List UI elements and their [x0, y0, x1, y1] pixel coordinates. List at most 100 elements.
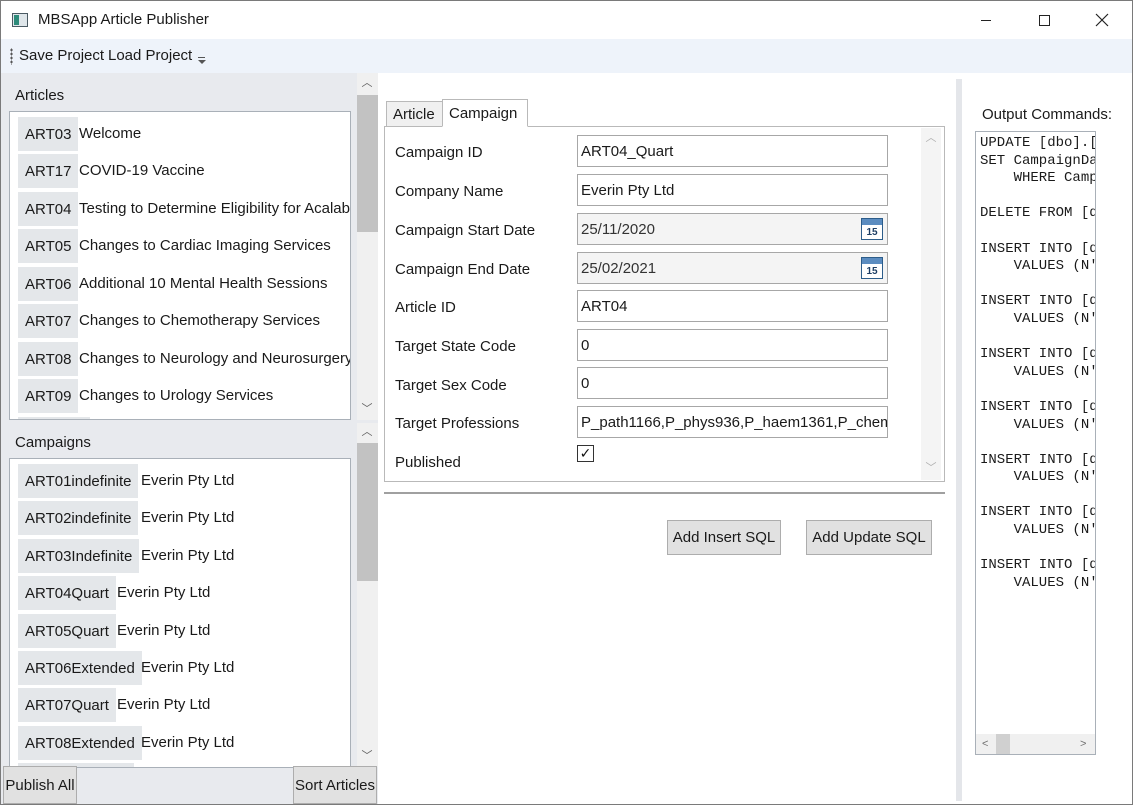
- maximize-button[interactable]: [1015, 1, 1073, 39]
- article-code: ART09: [18, 379, 79, 413]
- minimize-icon: [981, 19, 991, 21]
- article-id-label: Article ID: [395, 299, 456, 316]
- save-project-button[interactable]: Save Project: [19, 47, 104, 64]
- toolbar-grip-icon[interactable]: [10, 48, 13, 65]
- campaign-company: Everin Pty Ltd: [141, 472, 235, 489]
- form-scrollbar[interactable]: ︿ ﹀: [921, 128, 941, 480]
- campaign-code: ART02indefinite: [18, 501, 139, 535]
- article-code: ART05: [18, 229, 79, 263]
- article-code: ART07: [18, 304, 79, 338]
- campaign-code: ART08Extended: [18, 726, 142, 760]
- divider: [384, 492, 945, 494]
- scroll-right-icon[interactable]: >: [1080, 738, 1086, 750]
- close-icon: [1095, 13, 1109, 27]
- add-update-sql-button[interactable]: Add Update SQL: [806, 520, 932, 555]
- campaign-code: ART03Indefinite: [18, 539, 140, 573]
- app-window: MBSApp Article Publisher Save Project Lo…: [0, 0, 1133, 805]
- add-insert-sql-button[interactable]: Add Insert SQL: [667, 520, 781, 555]
- campaign-company: Everin Pty Ltd: [141, 659, 235, 676]
- campaign-code: ART04Quart: [18, 576, 116, 610]
- close-button[interactable]: [1073, 1, 1131, 39]
- app-icon: [12, 13, 28, 27]
- article-code-partial: [18, 417, 90, 419]
- splitter[interactable]: [956, 79, 962, 801]
- state-code-label: Target State Code: [395, 338, 516, 355]
- end-date-label: Campaign End Date: [395, 261, 531, 278]
- tab-campaign[interactable]: Campaign: [442, 99, 528, 127]
- article-title: Additional 10 Mental Health Sessions: [79, 275, 328, 292]
- article-title: Changes to Urology Services: [79, 387, 274, 404]
- scroll-up-icon[interactable]: ︿: [361, 77, 373, 89]
- scroll-down-icon[interactable]: ﹀: [361, 750, 373, 762]
- article-title: Changes to Cardiac Imaging Services: [79, 237, 331, 254]
- output-hscrollbar[interactable]: < >: [976, 734, 1095, 754]
- company-name-field[interactable]: Everin Pty Ltd: [577, 174, 888, 206]
- articles-scrollbar[interactable]: ︿ ﹀: [357, 73, 378, 420]
- end-date-value: 25/02/2021: [581, 259, 657, 277]
- campaign-company: Everin Pty Ltd: [117, 584, 211, 601]
- article-code: ART04: [18, 192, 79, 226]
- start-date-label: Campaign Start Date: [395, 222, 536, 239]
- professions-field[interactable]: P_path1166,P_phys936,P_haem1361,P_chem12: [577, 406, 888, 438]
- article-title: Changes to Neurology and Neurosurgery: [79, 350, 351, 367]
- article-title: Testing to Determine Eligibility for Aca…: [79, 200, 350, 217]
- tab-article[interactable]: Article: [386, 101, 443, 127]
- articles-list[interactable]: ART03 Welcome ART17 COVID-19 Vaccine ART…: [9, 111, 351, 420]
- maximize-icon: [1038, 14, 1050, 26]
- campaign-company: Everin Pty Ltd: [117, 696, 211, 713]
- article-title: COVID-19 Vaccine: [79, 162, 205, 179]
- articles-header: Articles: [15, 87, 65, 104]
- scroll-left-icon[interactable]: <: [982, 738, 988, 750]
- article-code: ART17: [18, 154, 79, 188]
- start-date-value: 25/11/2020: [581, 220, 655, 238]
- company-name-label: Company Name: [395, 183, 504, 200]
- article-code: ART08: [18, 342, 79, 376]
- campaign-form: Campaign ID ART04_Quart Company Name Eve…: [384, 126, 945, 482]
- output-commands-label: Output Commands:: [982, 106, 1113, 123]
- campaign-company: Everin Pty Ltd: [141, 509, 235, 526]
- window-title: MBSApp Article Publisher: [38, 11, 209, 28]
- article-title: Welcome: [79, 125, 142, 142]
- left-panel: Articles ART03 Welcome ART17 COVID-19 Va…: [1, 73, 378, 804]
- professions-label: Target Professions: [395, 415, 520, 432]
- scroll-down-icon[interactable]: ﹀: [925, 462, 937, 474]
- sex-code-field[interactable]: 0: [577, 367, 888, 399]
- scroll-up-icon[interactable]: ︿: [925, 132, 937, 144]
- campaigns-list[interactable]: ART01indefinite Everin Pty Ltd ART02inde…: [9, 458, 351, 768]
- article-title: Changes to Chemotherapy Services: [79, 312, 320, 329]
- scroll-thumb[interactable]: [357, 95, 378, 232]
- campaigns-scrollbar[interactable]: ︿ ﹀: [357, 423, 378, 767]
- campaign-id-label: Campaign ID: [395, 144, 483, 161]
- scroll-thumb[interactable]: [357, 443, 378, 581]
- published-checkbox[interactable]: ✓: [577, 445, 594, 462]
- campaign-id-field[interactable]: ART04_Quart: [577, 135, 888, 167]
- scroll-thumb[interactable]: [996, 734, 1010, 754]
- article-code: ART03: [18, 117, 79, 151]
- load-project-button[interactable]: Load Project: [108, 47, 192, 64]
- campaign-code: ART07Quart: [18, 688, 116, 722]
- sort-articles-button[interactable]: Sort Articles: [293, 766, 377, 804]
- article-id-field[interactable]: ART04: [577, 290, 888, 322]
- campaign-code: ART05Quart: [18, 614, 116, 648]
- campaign-company: Everin Pty Ltd: [141, 734, 235, 751]
- calendar-icon[interactable]: 15: [861, 257, 883, 279]
- state-code-field[interactable]: 0: [577, 329, 888, 361]
- article-code: ART06: [18, 267, 79, 301]
- calendar-icon[interactable]: 15: [861, 218, 883, 240]
- campaign-company: Everin Pty Ltd: [141, 547, 235, 564]
- title-bar: MBSApp Article Publisher: [1, 1, 1132, 39]
- publish-all-button[interactable]: Publish All: [3, 766, 77, 804]
- toolbar-overflow-icon[interactable]: [197, 57, 207, 67]
- toolbar: Save Project Load Project: [1, 39, 1132, 73]
- output-commands-text: UPDATE [dbo].[ SET CampaignDa WHERE Camp…: [980, 135, 1096, 591]
- minimize-button[interactable]: [957, 1, 1015, 39]
- scroll-up-icon[interactable]: ︿: [361, 426, 373, 438]
- published-label: Published: [395, 454, 461, 471]
- campaign-company: Everin Pty Ltd: [117, 622, 211, 639]
- output-commands-textbox[interactable]: UPDATE [dbo].[ SET CampaignDa WHERE Camp…: [975, 131, 1096, 755]
- end-date-picker[interactable]: 25/02/2021 15: [577, 252, 888, 284]
- start-date-picker[interactable]: 25/11/2020 15: [577, 213, 888, 245]
- campaigns-header: Campaigns: [15, 434, 91, 451]
- scroll-down-icon[interactable]: ﹀: [361, 403, 373, 415]
- campaign-code: ART06Extended: [18, 651, 142, 685]
